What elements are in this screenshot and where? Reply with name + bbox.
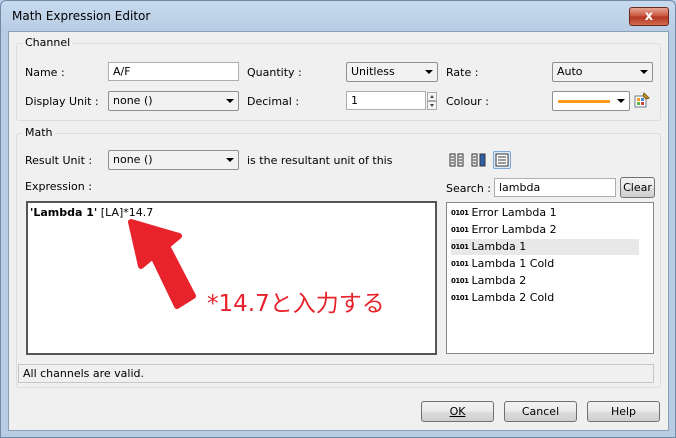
channel-list-item-label: Lambda 2 (471, 274, 527, 287)
name-label: Name : (25, 66, 65, 79)
math-group-legend: Math (23, 126, 55, 139)
result-unit-label: Result Unit : (25, 154, 93, 167)
colour-swatch (558, 100, 610, 103)
colour-editor-icon[interactable] (633, 91, 651, 109)
colour-label: Colour : (446, 95, 489, 108)
window-title: Math Expression Editor (12, 9, 151, 23)
expression-channel-name: 'Lambda 1' (30, 206, 98, 219)
display-unit-select[interactable]: none () (108, 91, 239, 111)
binary-channel-icon: 0101 (451, 294, 469, 302)
binary-channel-icon: 0101 (451, 209, 469, 217)
channel-list-item[interactable]: 0101 Lambda 2 (451, 273, 639, 289)
result-unit-hint: is the resultant unit of this (247, 154, 393, 167)
chevron-down-icon (617, 99, 625, 103)
chevron-down-icon (226, 99, 234, 103)
annotation-text: *14.7と入力する (207, 291, 385, 317)
binary-channel-icon: 0101 (451, 226, 469, 234)
stepper-down-icon[interactable] (427, 101, 437, 110)
decimal-label: Decimal : (247, 95, 300, 108)
channel-list-item-label: Lambda 1 Cold (471, 257, 555, 270)
channel-group-legend: Channel (23, 36, 73, 49)
quantity-select[interactable]: Unitless (346, 62, 438, 82)
display-unit-label: Display Unit : (25, 95, 99, 108)
clear-button[interactable]: Clear (620, 177, 655, 198)
close-button[interactable]: x (629, 7, 669, 26)
expression-label: Expression : (25, 180, 92, 193)
chevron-down-icon (640, 70, 648, 74)
dialog-body: Channel Name : A/F Display Unit : none (… (8, 31, 669, 431)
channel-list-item-label: Error Lambda 1 (471, 206, 557, 219)
binary-channel-icon: 0101 (451, 260, 469, 268)
rate-select[interactable]: Auto (552, 62, 653, 82)
stepper-up-icon[interactable] (427, 92, 437, 101)
name-input[interactable]: A/F (108, 62, 239, 81)
channel-list-item-label: Error Lambda 2 (471, 223, 557, 236)
cancel-button[interactable]: Cancel (504, 401, 577, 422)
decimal-input[interactable]: 1 (346, 91, 426, 110)
search-label: Search : (446, 182, 491, 195)
channel-list-item[interactable]: 0101 Lambda 1 (451, 239, 639, 255)
channel-list[interactable]: 0101 Error Lambda 1 0101 Error Lambda 2 0101… (446, 202, 654, 354)
rate-label: Rate : (446, 66, 479, 79)
channel-list-item[interactable]: 0101 Lambda 2 Cold (451, 290, 639, 306)
help-button[interactable]: Help (587, 401, 660, 422)
channel-list-item[interactable]: 0101 Error Lambda 2 (451, 222, 639, 238)
colour-select[interactable] (552, 91, 630, 111)
ok-button[interactable]: OK (421, 401, 494, 422)
binary-channel-icon: 0101 (451, 277, 469, 285)
expression-editor[interactable]: 'Lambda 1' [LA]*14.7 (26, 201, 437, 355)
channel-list-item-label: Lambda 1 (471, 240, 527, 253)
quantity-label: Quantity : (247, 66, 302, 79)
rate-value: Auto (557, 65, 583, 78)
display-unit-value: none () (113, 94, 153, 107)
decimal-stepper[interactable] (427, 92, 437, 110)
math-expression-editor-window: Math Expression Editor x Channel Name : … (0, 0, 676, 438)
binary-channel-icon: 0101 (451, 243, 469, 251)
channel-list-item[interactable]: 0101 Lambda 1 Cold (451, 256, 639, 272)
status-bar: All channels are valid. (18, 364, 654, 383)
quantity-value: Unitless (351, 65, 395, 78)
channel-list-item-label: Lambda 2 Cold (471, 291, 555, 304)
search-input[interactable]: lambda (494, 178, 616, 197)
result-unit-value: none () (113, 153, 153, 166)
view-functions-icon[interactable] (470, 151, 488, 169)
view-list-icon[interactable] (493, 151, 511, 169)
annotation-arrow (128, 219, 196, 309)
chevron-down-icon (425, 70, 433, 74)
title-bar[interactable]: Math Expression Editor x (1, 1, 675, 31)
chevron-down-icon (226, 158, 234, 162)
ok-button-label: OK (449, 405, 466, 418)
channel-list-item[interactable]: 0101 Error Lambda 1 (451, 205, 639, 221)
view-channels-icon[interactable] (448, 151, 466, 169)
result-unit-select[interactable]: none () (108, 150, 239, 170)
